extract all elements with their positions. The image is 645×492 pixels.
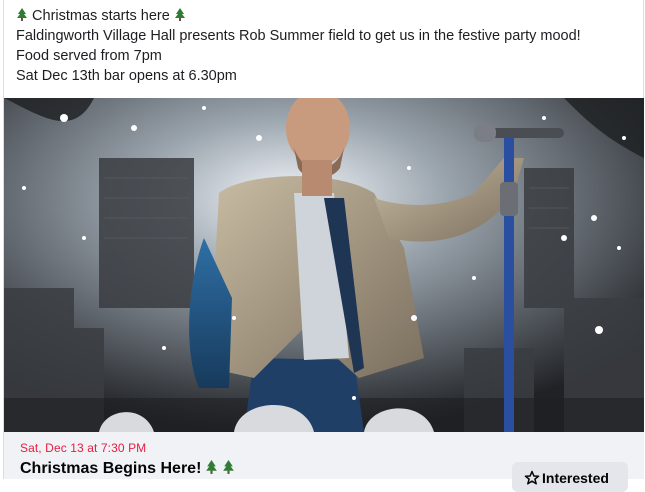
star-outline-icon bbox=[524, 470, 540, 485]
interested-button[interactable]: Interested bbox=[512, 462, 628, 492]
post-heading: Christmas starts here bbox=[32, 8, 170, 24]
event-photo[interactable] bbox=[4, 98, 644, 432]
performer-poster-image bbox=[4, 98, 644, 432]
christmas-tree-icon bbox=[223, 460, 235, 474]
event-date: Sat, Dec 13 at 7:30 PM bbox=[20, 441, 147, 455]
post-line-2: Faldingworth Village Hall presents Rob S… bbox=[16, 28, 581, 44]
post-line-3: Food served from 7pm bbox=[16, 48, 162, 64]
christmas-tree-icon bbox=[206, 460, 218, 474]
post-line-4: Sat Dec 13th bar opens at 6.30pm bbox=[16, 68, 237, 84]
post-line-1: Christmas starts here bbox=[16, 6, 631, 26]
post-text: Christmas starts here Faldingworth Villa… bbox=[16, 6, 631, 86]
event-info-bar[interactable]: Sat, Dec 13 at 7:30 PM Christmas Begins … bbox=[4, 432, 644, 492]
event-title-text: Christmas Begins Here! bbox=[20, 460, 202, 477]
interested-button-label: Interested bbox=[542, 470, 609, 486]
christmas-tree-icon bbox=[17, 8, 27, 21]
event-title[interactable]: Christmas Begins Here! bbox=[20, 460, 235, 478]
christmas-tree-icon bbox=[174, 8, 185, 21]
